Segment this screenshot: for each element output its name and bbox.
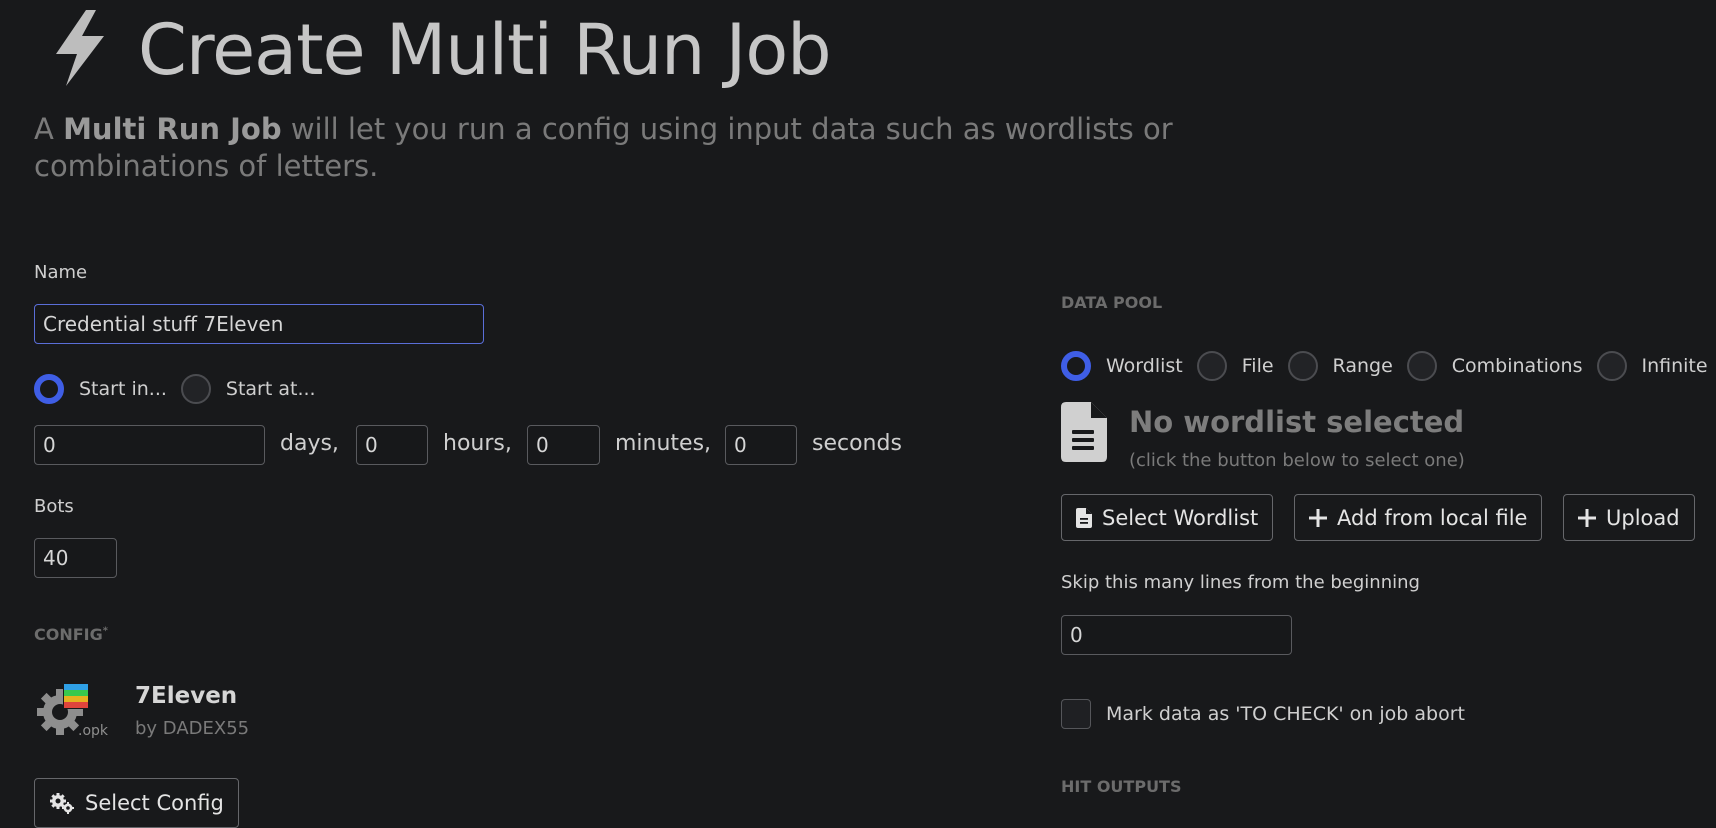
- config-icon-ext: .opk: [78, 723, 109, 739]
- range-radio[interactable]: [1287, 351, 1318, 381]
- infinite-label: Infinite: [1641, 355, 1708, 377]
- page-subtitle: A Multi Run Job will let you run a confi…: [34, 111, 1214, 185]
- data-pool-type-group: Wordlist File Range Combinations Infinit…: [1061, 351, 1716, 381]
- range-label: Range: [1332, 355, 1393, 377]
- wordlist-radio[interactable]: [1061, 351, 1091, 381]
- hours-label: hours,: [443, 431, 512, 456]
- no-wordlist-hint: (click the button below to select one): [1129, 450, 1465, 471]
- select-config-button[interactable]: Select Config: [34, 778, 239, 828]
- data-pool-section-title: DATA POOL: [1061, 293, 1163, 312]
- seconds-label: seconds: [812, 431, 902, 456]
- mark-to-check-checkbox[interactable]: [1061, 699, 1091, 729]
- bots-label: Bots: [34, 496, 74, 517]
- seconds-input[interactable]: [725, 425, 797, 465]
- page-title: Create Multi Run Job: [138, 9, 832, 91]
- skip-lines-input[interactable]: [1061, 615, 1292, 655]
- select-wordlist-button[interactable]: Select Wordlist: [1061, 494, 1274, 541]
- combinations-label: Combinations: [1451, 355, 1583, 377]
- config-author: by DADEX55: [135, 718, 250, 739]
- minutes-input[interactable]: [527, 425, 600, 465]
- bots-input[interactable]: [34, 538, 117, 578]
- required-mark: *: [102, 625, 108, 637]
- file-radio[interactable]: [1196, 351, 1227, 381]
- name-label: Name: [34, 262, 88, 283]
- days-label: days,: [280, 431, 339, 456]
- subtitle-prefix: A: [34, 112, 64, 146]
- hours-input[interactable]: [356, 425, 428, 465]
- page-header: Create Multi Run Job: [44, 6, 832, 94]
- start-at-radio[interactable]: [180, 374, 211, 404]
- no-wordlist-title: No wordlist selected: [1129, 405, 1465, 439]
- plus-icon: [1578, 508, 1596, 527]
- subtitle-bold: Multi Run Job: [63, 112, 282, 146]
- add-from-local-file-label: Add from local file: [1337, 505, 1528, 530]
- name-input[interactable]: [34, 304, 484, 344]
- file-icon: [1076, 507, 1092, 528]
- skip-lines-label: Skip this many lines from the beginning: [1061, 572, 1420, 593]
- config-section-text: CONFIG: [34, 625, 103, 644]
- mark-to-check-label: Mark data as 'TO CHECK' on job abort: [1106, 703, 1465, 725]
- upload-button[interactable]: Upload: [1563, 494, 1695, 541]
- start-in-radio[interactable]: [34, 374, 64, 404]
- infinite-radio[interactable]: [1596, 351, 1627, 381]
- hit-outputs-section-title: HIT OUTPUTS: [1061, 777, 1182, 796]
- config-icon: .opk: [34, 683, 108, 741]
- config-name: 7Eleven: [135, 683, 238, 709]
- combinations-radio[interactable]: [1406, 351, 1437, 381]
- cogs-icon: [50, 793, 74, 814]
- upload-label: Upload: [1606, 505, 1680, 530]
- days-input[interactable]: [34, 425, 265, 465]
- wordlist-label: Wordlist: [1106, 355, 1183, 377]
- select-config-label: Select Config: [85, 791, 224, 815]
- start-mode-group: Start in... Start at...: [34, 374, 330, 404]
- lightning-bolt-icon: [44, 6, 114, 94]
- mark-to-check-option: Mark data as 'TO CHECK' on job abort: [1061, 699, 1479, 729]
- plus-icon: [1309, 508, 1327, 527]
- add-from-local-file-button[interactable]: Add from local file: [1294, 494, 1543, 541]
- minutes-label: minutes,: [615, 431, 712, 456]
- start-at-label: Start at...: [225, 378, 316, 400]
- start-in-label: Start in...: [79, 378, 167, 400]
- wordlist-file-icon: [1061, 402, 1107, 466]
- config-section-title: CONFIG*: [34, 625, 108, 644]
- select-wordlist-label: Select Wordlist: [1102, 505, 1259, 530]
- file-label: File: [1241, 355, 1274, 377]
